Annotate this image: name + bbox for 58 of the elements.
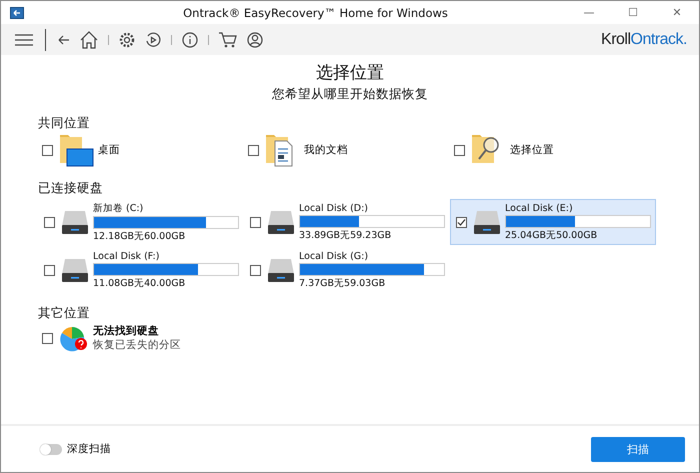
replay-icon[interactable] <box>145 32 161 48</box>
section-title: 已连接硬盘 <box>38 180 104 197</box>
folder-icon <box>59 133 94 167</box>
section-title: 其它位置 <box>38 305 91 322</box>
option-title: 无法找到硬盘 <box>93 324 160 338</box>
checkbox[interactable] <box>250 264 261 276</box>
disk-size: 12.18GB无60.00GB <box>93 230 186 242</box>
location-label: 我的文档 <box>304 143 348 157</box>
toggle-switch[interactable] <box>40 444 62 454</box>
minimize-button[interactable]: — <box>567 1 611 24</box>
close-button[interactable]: ✕ <box>655 1 699 24</box>
page-title: 选择位置 <box>315 62 385 84</box>
disk-name: Local Disk (E:) <box>505 202 574 214</box>
logo: KrollOntrack. <box>601 30 687 48</box>
disk-name: Local Disk (F:) <box>93 250 160 262</box>
checkbox[interactable] <box>248 144 259 156</box>
disk-size: 25.04GB无50.00GB <box>505 228 598 242</box>
window-title: Ontrack® EasyRecovery™ Home for Windows <box>182 6 449 20</box>
option-description: 恢复已丢失的分区 <box>93 338 181 352</box>
hard-drive-icon <box>267 209 295 235</box>
menu-icon[interactable] <box>15 32 33 46</box>
info-icon[interactable] <box>182 32 198 48</box>
section-title: 共同位置 <box>38 115 91 132</box>
disk-size: 33.89GB无59.23GB <box>299 228 392 242</box>
disk-item[interactable]: Local Disk (D:) 33.89GB无59.23GB <box>244 199 450 245</box>
disk-item[interactable]: 新加卷 (C:) 12.18GB无60.00GB <box>38 199 244 245</box>
disk-size: 7.37GB无59.03GB <box>299 276 386 290</box>
hard-drive-icon <box>61 257 89 283</box>
pie-chart-icon <box>59 324 89 352</box>
settings-icon[interactable] <box>119 32 135 48</box>
disk-name: 新加卷 (C:) <box>93 202 144 214</box>
page-subtitle: 您希望从哪里开始数据恢复 <box>271 86 429 103</box>
back-arrow-icon[interactable] <box>58 34 70 44</box>
disk-item[interactable]: Local Disk (E:) 25.04GB无50.00GB <box>450 199 656 245</box>
hard-drive-icon <box>267 257 295 283</box>
checkbox[interactable] <box>42 144 53 156</box>
disk-size: 11.08GB无40.00GB <box>93 276 186 290</box>
scan-button[interactable]: 扫描 <box>591 436 685 462</box>
checkbox[interactable] <box>44 264 55 276</box>
checkbox[interactable] <box>456 216 467 228</box>
checkbox[interactable] <box>454 144 465 156</box>
toggle-label: 深度扫描 <box>67 442 111 456</box>
location-label: 选择位置 <box>510 143 554 157</box>
home-icon[interactable] <box>80 30 98 48</box>
hard-drive-icon <box>61 209 89 235</box>
hard-drive-icon <box>473 209 501 235</box>
user-icon[interactable] <box>247 32 263 48</box>
checkbox[interactable] <box>42 332 53 344</box>
disk-name: Local Disk (D:) <box>299 202 369 214</box>
disk-item[interactable]: Local Disk (G:) 7.37GB无59.03GB <box>244 247 450 293</box>
disk-item[interactable]: Local Disk (F:) 11.08GB无40.00GB <box>38 247 244 293</box>
cart-icon[interactable] <box>219 32 237 48</box>
disk-name: Local Disk (G:) <box>299 250 370 262</box>
checkbox[interactable] <box>250 216 261 228</box>
location-label: 桌面 <box>98 143 120 157</box>
maximize-button[interactable]: ☐ <box>611 1 655 24</box>
checkbox[interactable] <box>44 216 55 228</box>
app-icon <box>10 6 24 18</box>
